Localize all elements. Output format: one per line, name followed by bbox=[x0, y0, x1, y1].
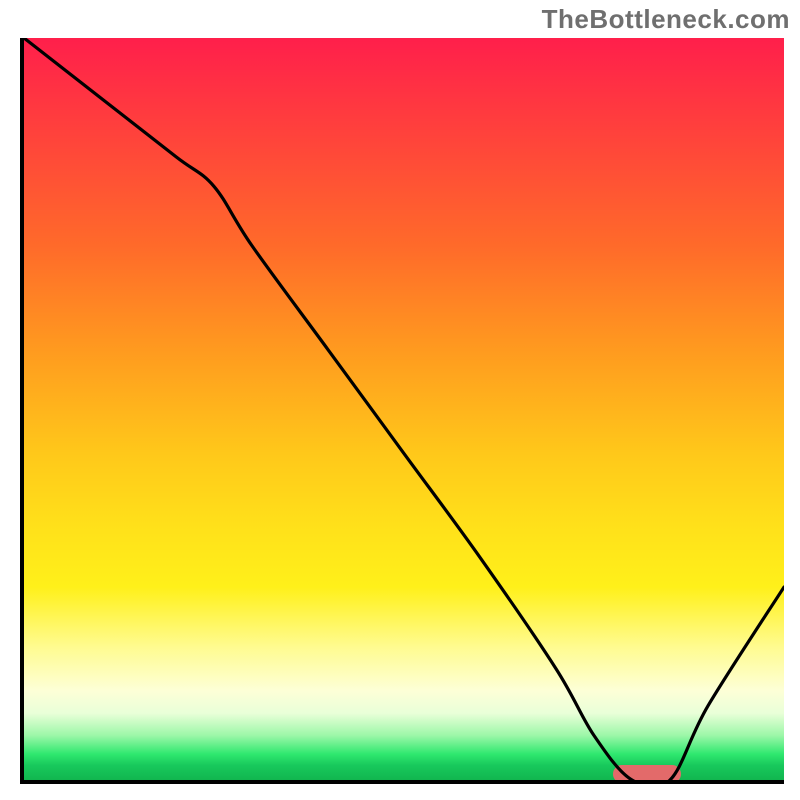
chart-container: TheBottleneck.com bbox=[0, 0, 800, 800]
watermark-text: TheBottleneck.com bbox=[542, 4, 790, 35]
valley-capsule-marker bbox=[613, 765, 681, 783]
background-gradient bbox=[24, 38, 784, 780]
plot-area bbox=[20, 38, 784, 784]
